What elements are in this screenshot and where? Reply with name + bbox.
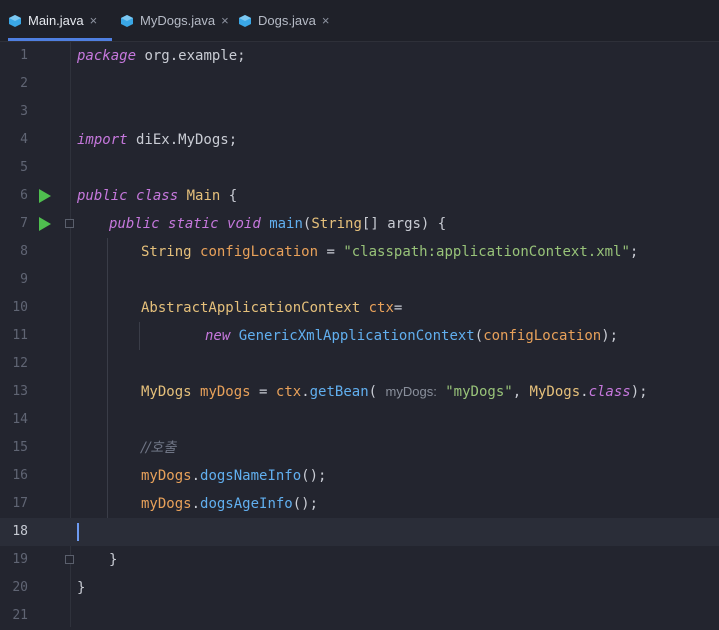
line-number: 3 [20,104,28,119]
line-number: 11 [12,328,28,343]
code-text[interactable]: import diEx.MyDogs; [77,126,237,154]
tab-label: Dogs.java [258,13,316,28]
code-line[interactable]: 19 } [0,546,719,574]
tab-mydogs-java[interactable]: MyDogs.java × [112,0,230,41]
code-line[interactable]: 8 String configLocation = "classpath:app… [0,238,719,266]
code-text[interactable]: } [77,574,85,602]
close-icon[interactable]: × [322,13,330,28]
line-number: 14 [12,412,28,427]
line-number: 2 [20,76,28,91]
parameter-hint: myDogs: [385,384,437,399]
line-number: 21 [12,608,28,623]
code-text[interactable]: public static void main(String[] args) { [109,210,446,238]
code-text[interactable]: } [109,546,117,574]
code-line[interactable]: 7 public static void main(String[] args)… [0,210,719,238]
line-number: 9 [20,272,28,287]
code-line[interactable]: 10 AbstractApplicationContext ctx= [0,294,719,322]
line-number: 4 [20,132,28,147]
code-line[interactable]: 16 myDogs.dogsNameInfo(); [0,462,719,490]
code-line[interactable]: 21 [0,602,719,630]
line-number: 18 [12,524,28,539]
run-icon[interactable] [39,217,51,231]
line-number: 10 [12,300,28,315]
code-line[interactable]: 2 [0,70,719,98]
code-line[interactable]: 11 new GenericXmlApplicationContext(conf… [0,322,719,350]
fold-icon[interactable] [65,555,74,564]
line-number: 1 [20,48,28,63]
code-line[interactable]: 14 [0,406,719,434]
code-text[interactable]: MyDogs myDogs = ctx.getBean( myDogs: "my… [141,378,648,406]
code-line[interactable]: 6 public class Main { [0,182,719,210]
current-code-line[interactable]: 18 [0,518,719,546]
tab-main-java[interactable]: Main.java × [0,0,112,41]
code-line[interactable]: 5 [0,154,719,182]
java-file-icon [121,14,133,27]
line-number: 12 [12,356,28,371]
tab-dogs-java[interactable]: Dogs.java × [230,0,336,41]
line-number: 6 [20,188,28,203]
code-text[interactable]: new GenericXmlApplicationContext(configL… [205,322,618,350]
code-line[interactable]: 13 MyDogs myDogs = ctx.getBean( myDogs: … [0,378,719,406]
line-number: 5 [20,160,28,175]
line-number: 16 [12,468,28,483]
line-number: 15 [12,440,28,455]
line-number: 7 [20,216,28,231]
code-editor[interactable]: 1 package org.example; 2 3 4 import diEx… [0,42,719,627]
code-line[interactable]: 9 [0,266,719,294]
line-number: 19 [12,552,28,567]
text-caret [77,523,79,541]
code-line[interactable]: 17 myDogs.dogsAgeInfo(); [0,490,719,518]
code-line[interactable]: 4 import diEx.MyDogs; [0,126,719,154]
code-line[interactable]: 3 [0,98,719,126]
line-number: 20 [12,580,28,595]
code-text[interactable]: myDogs.dogsAgeInfo(); [141,490,318,518]
code-line[interactable]: 15 //호출 [0,434,719,462]
line-number: 8 [20,244,28,259]
tab-label: Main.java [28,13,84,28]
code-text[interactable]: myDogs.dogsNameInfo(); [141,462,326,490]
code-line[interactable]: 20 } [0,574,719,602]
java-file-icon [239,14,251,27]
run-icon[interactable] [39,189,51,203]
code-comment[interactable]: //호출 [141,434,176,462]
line-number: 17 [12,496,28,511]
tab-label: MyDogs.java [140,13,216,28]
close-icon[interactable]: × [90,13,98,28]
code-text[interactable]: package org.example; [77,42,246,70]
close-icon[interactable]: × [221,13,229,28]
java-file-icon [9,14,21,27]
line-number: 13 [12,384,28,399]
code-text[interactable]: public class Main { [77,182,237,210]
fold-icon[interactable] [65,219,74,228]
code-text[interactable]: AbstractApplicationContext ctx= [141,294,402,322]
code-line[interactable]: 12 [0,350,719,378]
editor-tab-bar: Main.java × MyDogs.java × Dogs.java × [0,0,719,42]
code-text[interactable]: String configLocation = "classpath:appli… [141,238,638,266]
code-line[interactable]: 1 package org.example; [0,42,719,70]
